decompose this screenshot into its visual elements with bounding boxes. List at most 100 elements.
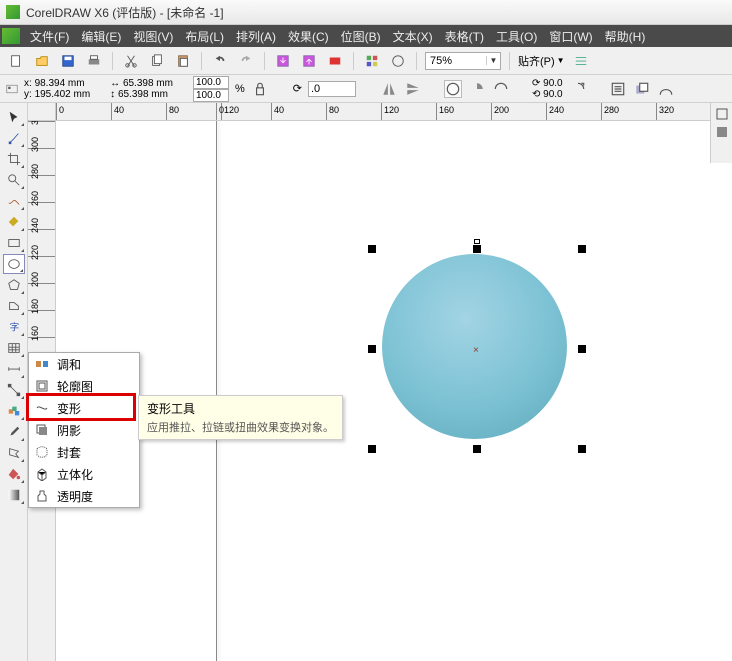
- height-value[interactable]: 65.398 mm: [118, 89, 168, 100]
- canvas[interactable]: ×: [56, 121, 732, 661]
- polygon-tool[interactable]: [3, 275, 25, 295]
- menu-file[interactable]: 文件(F): [24, 26, 75, 47]
- dimension-tool[interactable]: [3, 359, 25, 379]
- selection-top-marker[interactable]: [474, 239, 480, 244]
- zoom-tool[interactable]: [3, 170, 25, 190]
- menu-view[interactable]: 视图(V): [127, 26, 179, 47]
- handle-bot-right[interactable]: [578, 445, 586, 453]
- handle-bot-left[interactable]: [368, 445, 376, 453]
- eyedropper-tool[interactable]: [3, 422, 25, 442]
- interactive-fill-tool[interactable]: [3, 485, 25, 505]
- flyout-transparency[interactable]: 透明度: [29, 485, 139, 507]
- ellipse-tool[interactable]: [3, 254, 25, 274]
- docker-icon[interactable]: [715, 125, 729, 139]
- paste-button[interactable]: [173, 51, 193, 71]
- angle1-value[interactable]: 90.0: [543, 78, 562, 89]
- flyout-blend[interactable]: 调和: [29, 353, 139, 375]
- pick-tool[interactable]: [3, 107, 25, 127]
- rotation-input[interactable]: [308, 81, 356, 97]
- angle2-value[interactable]: 90.0: [543, 89, 562, 100]
- undo-button[interactable]: [210, 51, 230, 71]
- ellipse-open-button[interactable]: [492, 80, 510, 98]
- horizontal-ruler[interactable]: 0408012004080120160200240280320: [56, 103, 732, 121]
- options-button[interactable]: [571, 51, 591, 71]
- menu-help[interactable]: 帮助(H): [599, 26, 652, 47]
- arc-button[interactable]: [468, 80, 486, 98]
- flyout-shadow[interactable]: 阴影: [29, 419, 139, 441]
- handle-bot-mid[interactable]: [473, 445, 481, 453]
- rectangle-tool[interactable]: [3, 233, 25, 253]
- zoom-level-input[interactable]: [426, 55, 486, 67]
- menu-edit[interactable]: 编辑(E): [75, 26, 127, 47]
- flyout-label: 调和: [57, 356, 81, 373]
- fill-tool[interactable]: [3, 464, 25, 484]
- outline-tool[interactable]: [3, 443, 25, 463]
- freehand-tool[interactable]: [3, 191, 25, 211]
- docker-icon[interactable]: [715, 107, 729, 121]
- menu-layout[interactable]: 布局(L): [179, 26, 230, 47]
- redo-button[interactable]: [236, 51, 256, 71]
- mirror-h-button[interactable]: [380, 80, 398, 98]
- center-marker-icon[interactable]: ×: [473, 345, 479, 356]
- welcome-button[interactable]: [388, 51, 408, 71]
- toolbox: 字: [0, 103, 28, 661]
- docker-strip[interactable]: [710, 103, 732, 163]
- table-tool[interactable]: [3, 338, 25, 358]
- to-front-button[interactable]: [633, 80, 651, 98]
- flyout-contour[interactable]: 轮廓图: [29, 375, 139, 397]
- zoom-level-combo[interactable]: ▼: [425, 52, 501, 70]
- snap-label[interactable]: 贴齐(P): [518, 53, 555, 69]
- menu-effects[interactable]: 效果(C): [282, 26, 335, 47]
- text-tool[interactable]: 字: [3, 317, 25, 337]
- menu-arrange[interactable]: 排列(A): [230, 26, 282, 47]
- handle-top-right[interactable]: [578, 245, 586, 253]
- handle-top-left[interactable]: [368, 245, 376, 253]
- flyout-label: 封套: [57, 444, 81, 461]
- export-button[interactable]: [299, 51, 319, 71]
- app-launcher-button[interactable]: [362, 51, 382, 71]
- scale-x-input[interactable]: [193, 76, 229, 89]
- scale-y-input[interactable]: [193, 89, 229, 102]
- crop-tool[interactable]: [3, 149, 25, 169]
- import-button[interactable]: [273, 51, 293, 71]
- flyout-label: 阴影: [57, 422, 81, 439]
- handle-mid-right[interactable]: [578, 345, 586, 353]
- connector-tool[interactable]: [3, 380, 25, 400]
- mirror-v-button[interactable]: [404, 80, 422, 98]
- x-value[interactable]: 98.394 mm: [35, 78, 85, 89]
- tooltip: 变形工具 应用推拉、拉链或扭曲效果变换对象。: [138, 395, 343, 440]
- handle-top-mid[interactable]: [473, 245, 481, 253]
- handle-mid-left[interactable]: [368, 345, 376, 353]
- menu-tools[interactable]: 工具(O): [490, 26, 543, 47]
- interactive-tool[interactable]: [3, 401, 25, 421]
- menu-bitmap[interactable]: 位图(B): [335, 26, 387, 47]
- menu-text[interactable]: 文本(X): [387, 26, 439, 47]
- wrap-text-button[interactable]: [609, 80, 627, 98]
- convert-curves-button[interactable]: [657, 80, 675, 98]
- width-value[interactable]: 65.398 mm: [123, 78, 173, 89]
- flyout-extrude[interactable]: 立体化: [29, 463, 139, 485]
- direction-button[interactable]: [569, 80, 587, 98]
- basic-shapes-tool[interactable]: [3, 296, 25, 316]
- shape-tool[interactable]: [3, 128, 25, 148]
- menu-table[interactable]: 表格(T): [439, 26, 490, 47]
- smart-fill-tool[interactable]: [3, 212, 25, 232]
- menubar: 文件(F) 编辑(E) 视图(V) 布局(L) 排列(A) 效果(C) 位图(B…: [0, 25, 732, 47]
- chevron-down-icon[interactable]: ▼: [486, 56, 500, 65]
- y-value[interactable]: 195.402 mm: [35, 89, 91, 100]
- lock-ratio-button[interactable]: [251, 80, 269, 98]
- print-button[interactable]: [84, 51, 104, 71]
- cut-button[interactable]: [121, 51, 141, 71]
- menu-window[interactable]: 窗口(W): [543, 26, 598, 47]
- open-button[interactable]: [32, 51, 52, 71]
- flyout-distort[interactable]: 变形: [29, 397, 139, 419]
- tooltip-title: 变形工具: [147, 400, 334, 417]
- chevron-down-icon[interactable]: ▼: [557, 56, 565, 65]
- pie-button[interactable]: [444, 80, 462, 98]
- publish-button[interactable]: [325, 51, 345, 71]
- new-doc-button[interactable]: [6, 51, 26, 71]
- save-button[interactable]: [58, 51, 78, 71]
- copy-button[interactable]: [147, 51, 167, 71]
- selection[interactable]: ×: [372, 249, 582, 449]
- flyout-envelope[interactable]: 封套: [29, 441, 139, 463]
